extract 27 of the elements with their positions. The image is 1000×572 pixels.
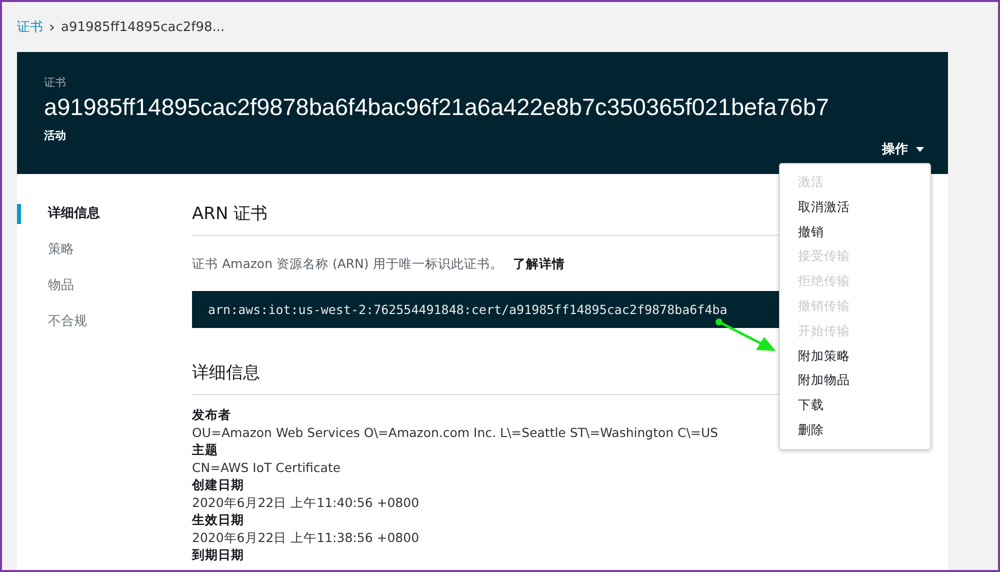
field-value: 2020年6月22日 上午11:40:56 +0800	[192, 494, 420, 511]
actions-button[interactable]: 操作	[882, 140, 924, 158]
menu-item[interactable]: 附加策略	[780, 344, 930, 368]
breadcrumb-separator: ›	[49, 18, 55, 36]
field-value: 2020年6月22日 上午11:38:56 +0800	[192, 528, 420, 546]
learn-more-link[interactable]: 了解详情	[512, 256, 565, 273]
field-value: CN=AWS IoT Certificate	[192, 458, 341, 476]
caret-icon	[916, 146, 924, 152]
menu-item[interactable]: 附加物品	[780, 368, 930, 394]
arn-description: 证书 Amazon 资源名称 (ARN) 用于唯一标识此证书。	[192, 256, 503, 273]
menu-item[interactable]: 取消激活	[780, 194, 930, 220]
header-overline: 证书	[44, 75, 67, 90]
field-label: 生效日期	[192, 511, 244, 528]
field-value: OU=Amazon Web Services O\=Amazon.com Inc. L\=Seattle ST\=Washington C\=US	[192, 424, 718, 441]
field-label: 发布者	[192, 406, 231, 424]
sidebar-item[interactable]: 物品	[17, 276, 192, 296]
status-label: 活动	[44, 128, 67, 143]
field-label: 创建日期	[192, 476, 244, 494]
sidebar-item[interactable]: 详细信息	[17, 204, 192, 224]
menu-item[interactable]: 下载	[780, 393, 930, 418]
menu-item[interactable]: 删除	[780, 418, 930, 443]
sidebar-item[interactable]: 不合规	[17, 312, 192, 332]
certificate-title: a91985ff14895cac2f9878ba6f4bac96f21a6a422e8b7c350365f021befa76b7	[44, 94, 830, 121]
field-label: 主题	[192, 441, 218, 458]
sidebar-item[interactable]: 策略	[17, 240, 192, 260]
breadcrumb-current: a91985ff14895cac2f98...	[61, 20, 225, 34]
field-label: 到期日期	[192, 546, 244, 564]
